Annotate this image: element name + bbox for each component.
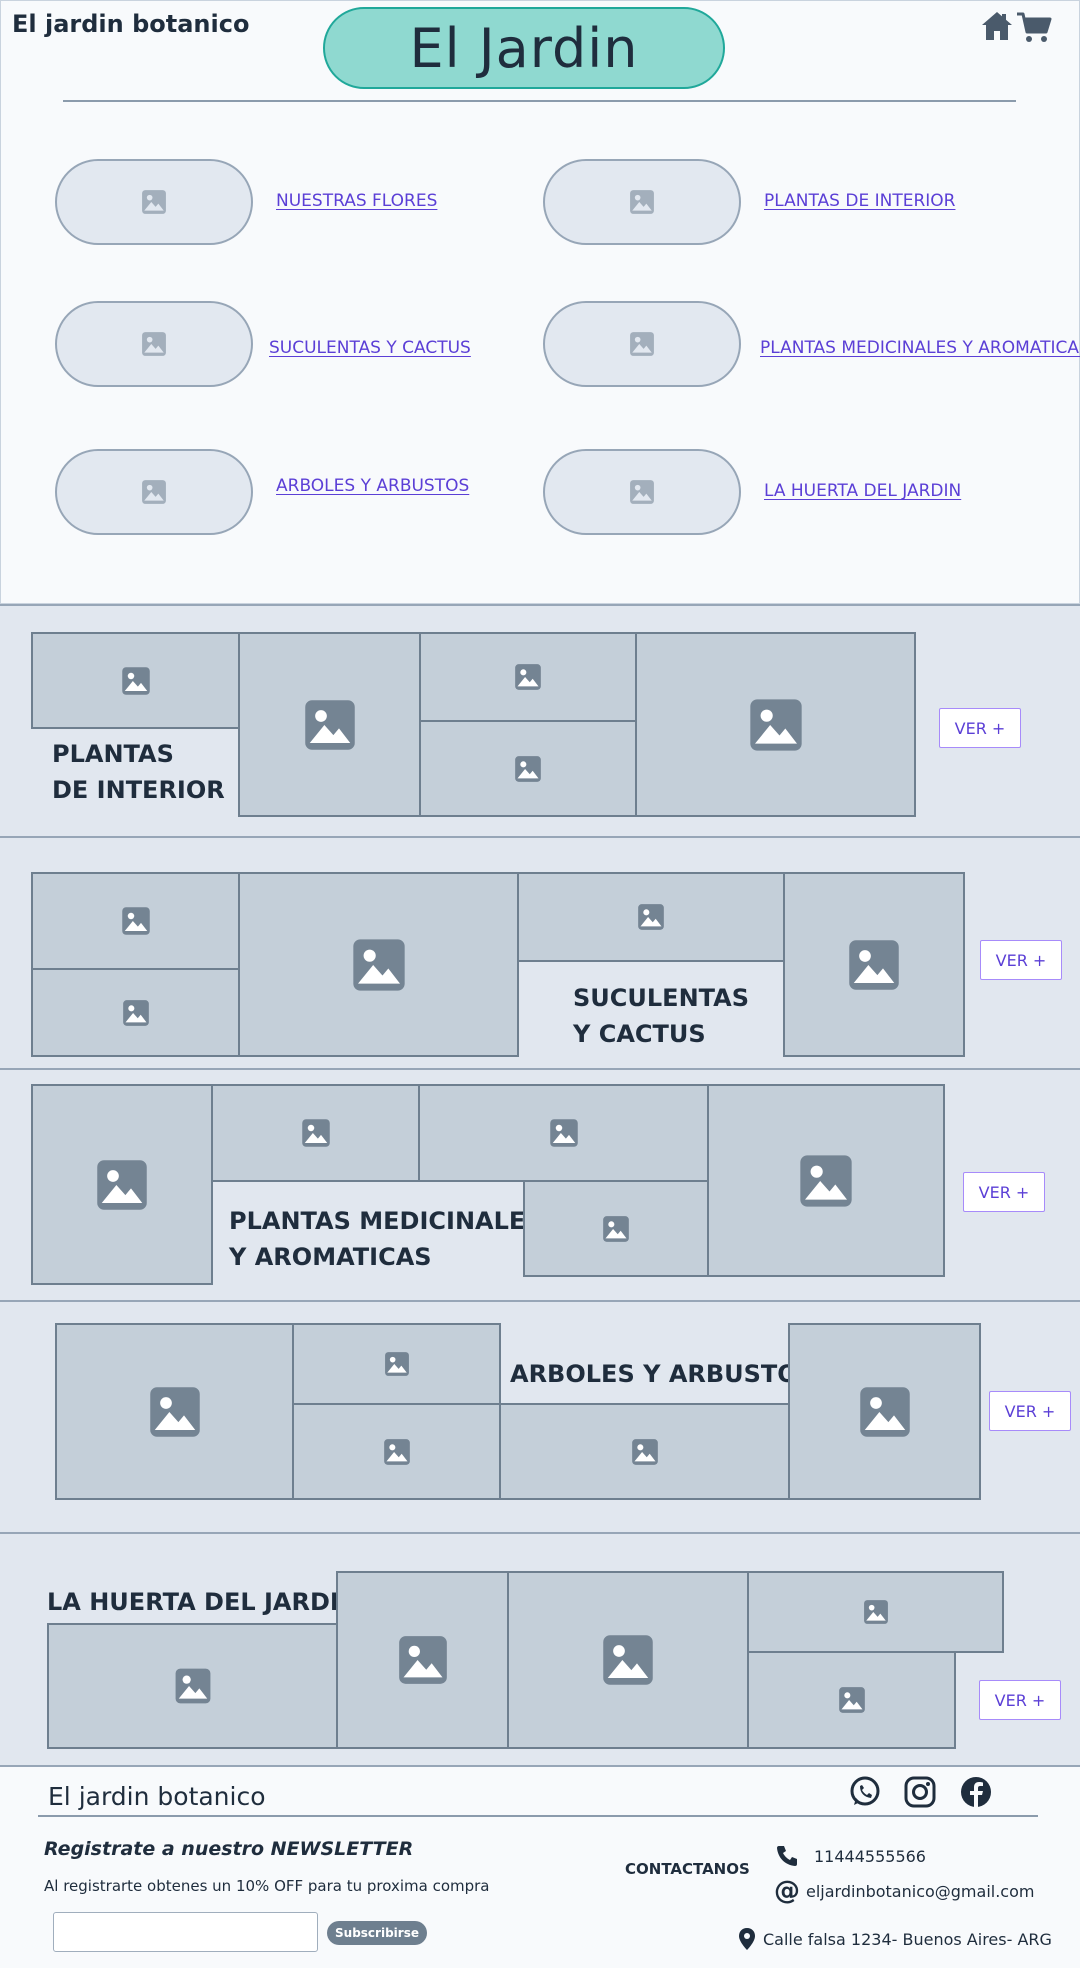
address-text: Calle falsa 1234- Buenos Aires- ARG [763,1929,1052,1949]
product-image[interactable] [707,1084,945,1277]
newsletter-text: Al registrarte obtenes un 10% OFF para t… [44,1877,490,1895]
newsletter-title: Registrate a nuestro NEWSLETTER [44,1838,414,1860]
product-image[interactable] [47,1623,338,1749]
brand-name[interactable]: El jardin botanico [12,10,249,38]
header-divider [63,100,1016,102]
contact-heading: CONTACTANOS [625,1860,750,1878]
category-link-arboles[interactable]: ARBOLES Y ARBUSTOS [276,476,469,496]
product-image[interactable] [419,632,637,722]
section-title-line: Y AROMATICAS [229,1243,432,1271]
product-image[interactable] [517,872,785,962]
product-image[interactable] [292,1403,501,1500]
product-image[interactable] [31,1084,213,1285]
ver-mas-button[interactable]: VER + [979,1680,1061,1720]
product-image[interactable] [635,632,916,817]
product-image[interactable] [31,632,240,729]
section-title-line: PLANTAS [52,740,174,768]
product-image[interactable] [292,1323,501,1405]
product-image[interactable] [788,1323,981,1500]
phone-icon [777,1846,797,1866]
section-title-line: PLANTAS MEDICINALES [229,1207,543,1235]
contact-phone[interactable]: 11444555566 [774,1843,926,1869]
shopping-cart-icon[interactable] [1016,10,1052,44]
ver-mas-button[interactable]: VER + [989,1391,1071,1431]
category-image-interior[interactable] [543,159,741,245]
contact-email[interactable]: @ eljardinbotanico@gmail.com [774,1878,1034,1904]
section-title: SUCULENTAS Y CACTUS [573,980,749,1052]
site-title: El Jardin [323,7,725,89]
product-image[interactable] [747,1651,956,1749]
product-image[interactable] [55,1323,295,1500]
product-image[interactable] [238,632,421,817]
category-image-suculentas[interactable] [55,301,253,387]
category-image-flores[interactable] [55,159,253,245]
product-image[interactable] [499,1403,790,1500]
category-image-medicinales[interactable] [543,301,741,387]
section-title: LA HUERTA DEL JARDIN [47,1588,359,1616]
instagram-icon[interactable] [903,1775,937,1809]
subscribe-button[interactable]: Subscribirse [327,1921,427,1945]
product-image[interactable] [523,1180,709,1277]
product-image[interactable] [31,872,240,970]
section-title: ARBOLES Y ARBUSTOS [510,1360,815,1388]
ver-mas-button[interactable]: VER + [963,1172,1045,1212]
section-title: PLANTAS MEDICINALES Y AROMATICAS [229,1203,543,1275]
footer-brand: El jardin botanico [48,1782,266,1811]
section-title: PLANTAS DE INTERIOR [52,736,225,808]
product-image[interactable] [31,968,240,1057]
whatsapp-icon[interactable] [848,1775,882,1809]
product-image[interactable] [783,872,965,1057]
category-link-suculentas[interactable]: SUCULENTAS Y CACTUS [269,338,471,358]
category-link-medicinales[interactable]: PLANTAS MEDICINALES Y AROMATICAS [760,338,1080,358]
product-image[interactable] [211,1084,420,1182]
category-link-huerta[interactable]: LA HUERTA DEL JARDIN [764,481,961,501]
location-pin-icon [739,1928,755,1950]
facebook-icon[interactable] [959,1775,993,1809]
section-title-line: SUCULENTAS [573,984,750,1012]
product-image[interactable] [419,720,637,817]
newsletter-email-input[interactable] [53,1912,318,1952]
section-title-line: DE INTERIOR [52,776,225,804]
ver-mas-button[interactable]: VER + [980,940,1062,980]
category-link-flores[interactable]: NUESTRAS FLORES [276,191,437,211]
at-icon: @ [774,1876,800,1906]
phone-number: 11444555566 [814,1846,926,1866]
category-link-interior[interactable]: PLANTAS DE INTERIOR [764,191,955,211]
section-title-line: Y CACTUS [573,1020,706,1048]
contact-address[interactable]: Calle falsa 1234- Buenos Aires- ARG [737,1927,1052,1951]
ver-mas-button[interactable]: VER + [939,708,1021,748]
product-image[interactable] [507,1571,749,1749]
product-image[interactable] [418,1084,709,1182]
category-image-huerta[interactable] [543,449,741,535]
category-image-arboles[interactable] [55,449,253,535]
product-image[interactable] [336,1571,509,1749]
product-image[interactable] [238,872,519,1057]
email-address: eljardinbotanico@gmail.com [806,1881,1035,1901]
product-image[interactable] [747,1571,1004,1653]
footer-divider [38,1815,1038,1817]
home-icon[interactable] [980,9,1014,43]
